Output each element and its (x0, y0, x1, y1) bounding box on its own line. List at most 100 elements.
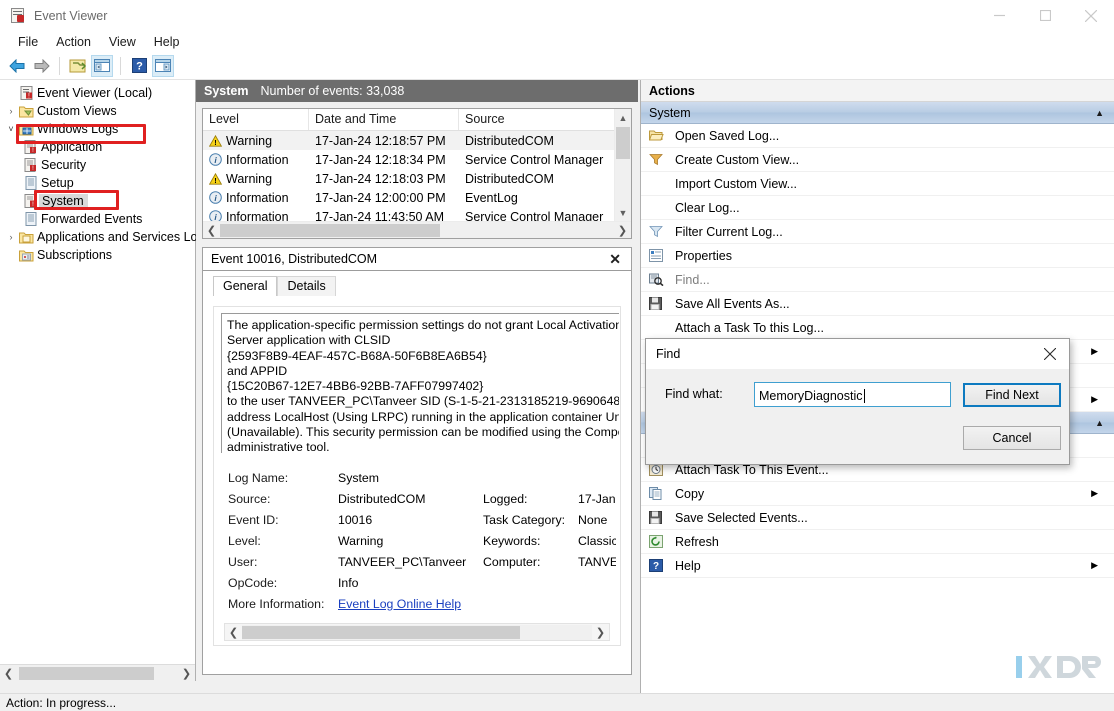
actions-section-system[interactable]: System ▲ (641, 102, 1114, 124)
help-icon: ? (649, 559, 669, 572)
column-header-level[interactable]: Level (203, 109, 309, 130)
forward-arrow-icon[interactable] (30, 55, 52, 77)
menu-action[interactable]: Action (47, 33, 100, 51)
field-label: More Information: (228, 597, 338, 611)
field-value-2: TANVEER (578, 555, 616, 569)
table-row[interactable]: ! Warning 17-Jan-24 12:18:57 PM Distribu… (203, 131, 614, 150)
column-header-source[interactable]: Source (459, 109, 614, 130)
action-refresh[interactable]: Refresh (641, 530, 1114, 554)
tree-horizontal-scrollbar[interactable]: ❮ ❯ (0, 664, 195, 681)
action-properties[interactable]: Properties (641, 244, 1114, 268)
field-label: OpCode: (228, 576, 338, 590)
submenu-arrow-icon[interactable]: ▶ (1091, 346, 1098, 357)
description-line: {15C20B67-12E7-4BB6-92BB-7AFF07997402} (227, 379, 619, 394)
help-icon[interactable]: ? (128, 55, 150, 77)
scroll-right-icon[interactable]: ❯ (592, 625, 609, 640)
field-label-2: Task Category: (483, 513, 578, 527)
tree-chevron-icon[interactable]: ˅ (4, 124, 18, 134)
menu-file[interactable]: File (9, 33, 47, 51)
tree-item-application[interactable]: ! Application (0, 138, 195, 156)
action-help[interactable]: ? Help ▶ (641, 554, 1114, 578)
table-row[interactable]: i Information 17-Jan-24 12:18:34 PM Serv… (203, 150, 614, 169)
svg-text:!: ! (214, 138, 217, 147)
find-next-button[interactable]: Find Next (963, 383, 1061, 407)
tree-item-custom-views[interactable]: › Custom Views (0, 102, 195, 120)
event-detail-panel: Event 10016, DistributedCOM ✕ General De… (202, 247, 632, 675)
back-arrow-icon[interactable] (6, 55, 28, 77)
cell-level-text: Warning (226, 172, 272, 186)
minimize-button[interactable] (976, 0, 1022, 31)
tree-item-applications-and-services-logs[interactable]: › Applications and Services Lo (0, 228, 195, 246)
chevron-up-icon[interactable]: ▲ (1095, 108, 1104, 118)
scroll-thumb[interactable] (616, 127, 630, 159)
copy-icon (649, 487, 669, 500)
cell-datetime: 17-Jan-24 12:18:03 PM (309, 172, 459, 186)
action-copy[interactable]: Copy ▶ (641, 482, 1114, 506)
tree-item-forwarded-events[interactable]: Forwarded Events (0, 210, 195, 228)
scroll-thumb[interactable] (242, 626, 520, 639)
window-title: Event Viewer (34, 9, 107, 23)
chevron-up-icon[interactable]: ▲ (1095, 418, 1104, 428)
tree-item-security[interactable]: ! Security (0, 156, 195, 174)
maximize-button[interactable] (1022, 0, 1068, 31)
scroll-left-icon[interactable]: ❮ (225, 625, 242, 640)
action-label: Save Selected Events... (669, 511, 808, 525)
action-open-saved-log[interactable]: Open Saved Log... (641, 124, 1114, 148)
action-find[interactable]: Find... (641, 268, 1114, 292)
event-detail-header: Event 10016, DistributedCOM ✕ (203, 248, 631, 271)
scroll-right-icon[interactable]: ❯ (614, 223, 631, 238)
scroll-left-icon[interactable]: ❮ (203, 223, 220, 238)
tree-item-system[interactable]: ! System (0, 192, 195, 210)
show-hide-console-tree-icon[interactable] (67, 55, 89, 77)
action-save-all-events-as[interactable]: Save All Events As... (641, 292, 1114, 316)
scroll-thumb[interactable] (19, 667, 154, 680)
tree-item-label: Subscriptions (35, 248, 112, 262)
action-import-custom-view[interactable]: Import Custom View... (641, 172, 1114, 196)
find-what-input[interactable]: MemoryDiagnostic (754, 382, 951, 407)
scroll-down-icon[interactable]: ▼ (615, 204, 631, 221)
log-icon: ! (22, 140, 39, 154)
submenu-arrow-icon[interactable]: ▶ (1091, 560, 1098, 571)
tab-details[interactable]: Details (277, 276, 335, 296)
column-header-date-and-time[interactable]: Date and Time (309, 109, 459, 130)
close-button[interactable] (1068, 0, 1114, 31)
tree-item-event-viewer-local[interactable]: ! Event Viewer (Local) (0, 84, 195, 102)
event-list-horizontal-scrollbar[interactable]: ❮ ❯ (203, 221, 631, 238)
close-icon[interactable]: ✕ (605, 251, 625, 268)
menu-view[interactable]: View (100, 33, 145, 51)
action-create-custom-view[interactable]: Create Custom View... (641, 148, 1114, 172)
cancel-button[interactable]: Cancel (963, 426, 1061, 450)
event-list-vertical-scrollbar[interactable]: ▲ ▼ (614, 109, 631, 221)
table-row[interactable]: ! Warning 17-Jan-24 12:18:03 PM Distribu… (203, 169, 614, 188)
action-label: Save All Events As... (669, 297, 790, 311)
scroll-up-icon[interactable]: ▲ (615, 109, 631, 126)
action-clear-log[interactable]: Clear Log... (641, 196, 1114, 220)
tree-item-subscriptions[interactable]: Subscriptions (0, 246, 195, 264)
submenu-arrow-icon[interactable]: ▶ (1091, 394, 1098, 405)
scroll-left-icon[interactable]: ❮ (0, 666, 17, 681)
action-attach-a-task-to-this-log[interactable]: Attach a Task To this Log... (641, 316, 1114, 340)
event-log-online-help-link[interactable]: Event Log Online Help (338, 597, 461, 611)
menu-help[interactable]: Help (145, 33, 189, 51)
scroll-track[interactable] (17, 666, 178, 681)
table-row[interactable]: i Information 17-Jan-24 12:00:00 PM Even… (203, 188, 614, 207)
tree-chevron-icon[interactable]: › (4, 106, 18, 116)
scroll-track[interactable] (242, 625, 592, 640)
tree-chevron-icon[interactable]: › (4, 232, 18, 242)
submenu-arrow-icon[interactable]: ▶ (1091, 488, 1098, 499)
scroll-right-icon[interactable]: ❯ (178, 666, 195, 681)
action-label: Refresh (669, 535, 719, 549)
tree-item-setup[interactable]: Setup (0, 174, 195, 192)
scroll-track[interactable] (220, 223, 614, 238)
tab-general[interactable]: General (213, 276, 277, 296)
action-filter-current-log[interactable]: Filter Current Log... (641, 220, 1114, 244)
field-label: Level: (228, 534, 338, 548)
scroll-thumb[interactable] (220, 224, 440, 237)
show-hide-action-pane-icon[interactable] (152, 55, 174, 77)
event-detail-horizontal-scrollbar[interactable]: ❮ ❯ (224, 623, 610, 641)
properties-window-icon[interactable] (91, 55, 113, 77)
close-icon[interactable] (1031, 339, 1069, 369)
action-save-selected-events[interactable]: Save Selected Events... (641, 506, 1114, 530)
xda-watermark (1012, 652, 1104, 682)
tree-item-windows-logs[interactable]: ˅ Windows Logs (0, 120, 195, 138)
